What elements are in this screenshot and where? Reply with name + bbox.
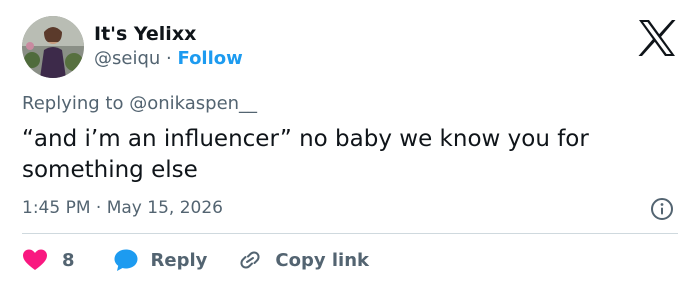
action-bar: 8 Reply Copy link: [22, 247, 369, 273]
follow-button[interactable]: Follow: [178, 48, 243, 69]
separator-dot: ·: [166, 48, 172, 69]
copy-link-button[interactable]: Copy link: [237, 248, 369, 272]
timestamp[interactable]: 1:45 PM · May 15, 2026: [22, 197, 223, 219]
info-icon[interactable]: [650, 197, 674, 221]
copy-link-label: Copy link: [275, 249, 369, 271]
speech-bubble-icon: [113, 248, 139, 272]
avatar[interactable]: [22, 16, 84, 78]
author-name[interactable]: It's Yelixx: [94, 23, 196, 45]
like-count: 8: [62, 249, 75, 271]
x-logo-icon[interactable]: [636, 18, 678, 58]
heart-icon: [22, 248, 48, 272]
link-icon: [237, 248, 263, 272]
author-handle[interactable]: @seiqu: [94, 48, 160, 69]
reply-button[interactable]: Reply: [113, 248, 238, 272]
tweet-text: “and i’m an influencer” no baby we know …: [22, 126, 589, 183]
divider: [22, 233, 678, 234]
tweet-card: It's Yelixx @seiqu · Follow Replying to …: [0, 0, 700, 287]
reply-label: Reply: [150, 249, 208, 271]
like-button[interactable]: 8: [22, 248, 113, 272]
reply-context: Replying to @onikaspen__: [22, 93, 258, 114]
author-handle-row: @seiqu · Follow: [94, 48, 243, 70]
